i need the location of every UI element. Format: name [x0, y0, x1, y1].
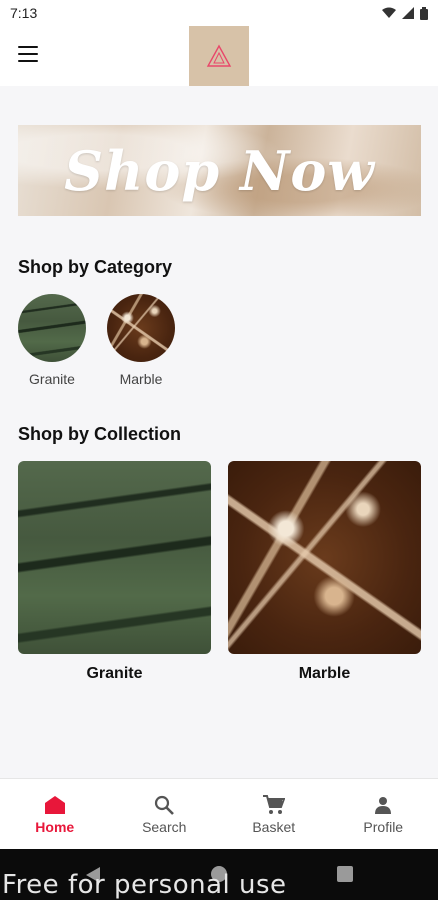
nav-profile-label: Profile — [363, 819, 404, 835]
signal-icon — [402, 7, 414, 19]
cart-icon — [262, 794, 285, 816]
collection-card-granite[interactable]: Granite — [18, 461, 211, 683]
collection-card-marble[interactable]: Marble — [228, 461, 421, 683]
granite-collection-image — [18, 461, 211, 654]
nav-basket-label: Basket — [252, 819, 296, 835]
category-item-granite[interactable]: Granite — [18, 294, 86, 387]
category-item-marble[interactable]: Marble — [107, 294, 175, 387]
battery-icon — [420, 6, 428, 20]
search-icon — [154, 794, 175, 816]
nav-basket[interactable]: Basket — [219, 779, 329, 850]
nav-search-label: Search — [142, 819, 187, 835]
nav-home[interactable]: Home — [0, 779, 110, 850]
wifi-icon — [382, 7, 396, 18]
category-label: Granite — [29, 371, 75, 387]
nav-home-label: Home — [35, 819, 75, 835]
shop-now-banner[interactable]: Shop Now — [18, 125, 421, 216]
menu-icon — [18, 46, 38, 48]
collection-label: Granite — [86, 665, 143, 682]
recents-icon[interactable] — [337, 866, 353, 882]
marble-collection-image — [228, 461, 421, 654]
marble-thumbnail — [107, 294, 175, 362]
status-bar: 7:13 — [0, 0, 438, 26]
bottom-navigation: Home Search Basket Profile — [0, 778, 438, 850]
granite-thumbnail — [18, 294, 86, 362]
collection-section-title: Shop by Collection — [18, 424, 182, 444]
status-time: 7:13 — [10, 5, 38, 21]
logo-triangle-icon — [206, 44, 232, 67]
status-icons — [382, 6, 428, 20]
watermark: Free for personal use — [2, 870, 287, 900]
category-section-title: Shop by Category — [18, 257, 173, 277]
brand-logo[interactable] — [189, 26, 249, 86]
collection-label: Marble — [298, 665, 351, 682]
app-bar — [0, 26, 438, 86]
person-icon — [374, 794, 392, 816]
banner-text: Shop Now — [64, 138, 375, 203]
menu-button[interactable] — [18, 46, 38, 62]
nav-profile[interactable]: Profile — [329, 779, 438, 850]
home-icon — [44, 794, 65, 816]
category-label: Marble — [119, 371, 163, 387]
nav-search[interactable]: Search — [110, 779, 220, 850]
